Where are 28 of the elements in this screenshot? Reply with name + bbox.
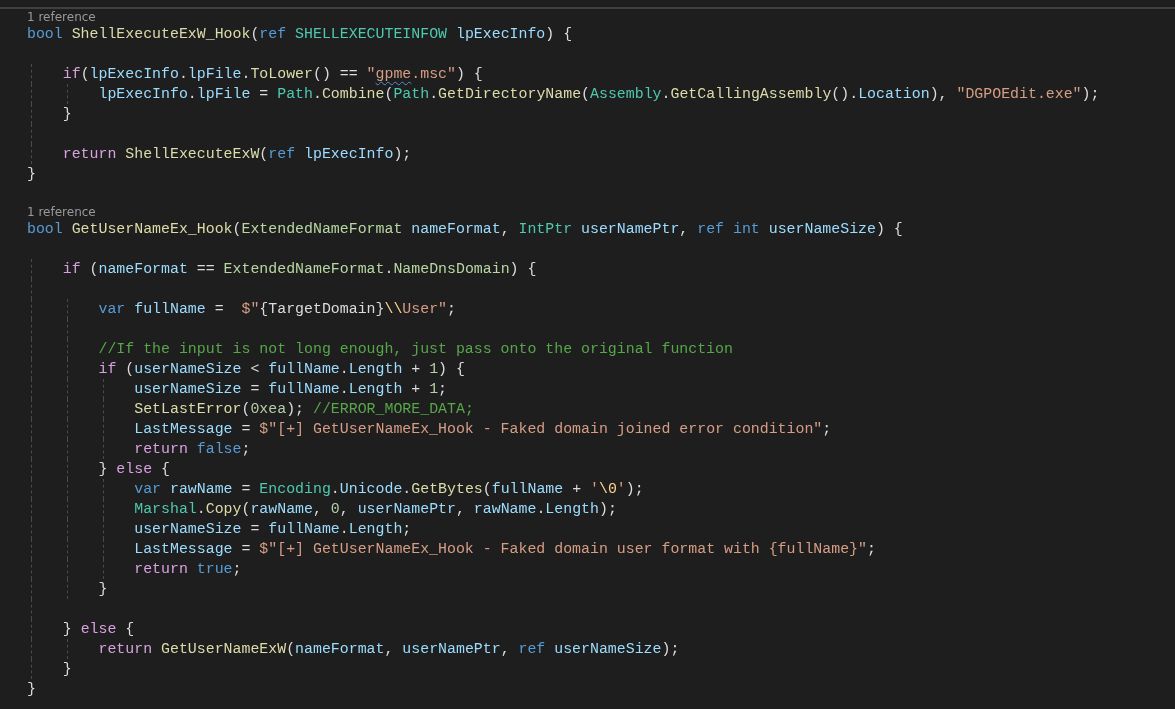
code-line: LastMessage = $"[+] GetUserNameEx_Hook - Faked domain joined error condition"; xyxy=(133,420,832,439)
code-line: LastMessage = $"[+] GetUserNameEx_Hook - Faked domain user format with {fullName}"; xyxy=(133,540,876,559)
references-link[interactable]: 1 reference xyxy=(27,10,96,24)
code-line: var rawName = Encoding.Unicode.GetBytes(fullName + '\0'); xyxy=(133,480,644,499)
code-line: return GetUserNameExW(nameFormat, userNamePtr, ref userNameSize); xyxy=(97,640,680,659)
code-line: Marshal.Copy(rawName, 0, userNamePtr, rawName.Length); xyxy=(133,500,617,519)
code-line: SetLastError(0xea); //ERROR_MORE_DATA; xyxy=(133,400,474,419)
code-line: } xyxy=(97,580,108,599)
code-line: if (userNameSize < fullName.Length + 1) { xyxy=(97,360,465,379)
code-line: bool GetUserNameEx_Hook(ExtendedNameFormat nameFormat, IntPtr userNamePtr, ref int userNameSize) { xyxy=(27,220,903,239)
code-line: return ShellExecuteExW(ref lpExecInfo); xyxy=(61,145,412,164)
code-line: } xyxy=(27,165,36,184)
code-line: bool ShellExecuteExW_Hook(ref SHELLEXECUTEINFOW lpExecInfo) { xyxy=(27,25,573,44)
code-line: //If the input is not long enough, just pass onto the original function xyxy=(97,340,733,359)
code-line: } xyxy=(61,660,72,679)
code-line: } else { xyxy=(97,460,170,479)
code-line: } else { xyxy=(61,620,135,639)
code-line: userNameSize = fullName.Length; xyxy=(133,520,412,539)
code-line: userNameSize = fullName.Length + 1; xyxy=(133,380,448,399)
code-line: if(lpExecInfo.lpFile.ToLower() == "gpme.msc") { xyxy=(61,65,483,84)
code-line: lpExecInfo.lpFile = Path.Combine(Path.GetDirectoryName(Assembly.GetCallingAssembly().Location), "DGPOEdit.exe"); xyxy=(97,85,1100,104)
code-line: if (nameFormat == ExtendedNameFormat.NameDnsDomain) { xyxy=(61,260,537,279)
code-line: } xyxy=(61,105,72,124)
code-line: return false; xyxy=(133,440,251,459)
code-line: var fullName = $"{TargetDomain}\\User"; xyxy=(97,300,456,319)
code-line: return true; xyxy=(133,560,242,579)
references-link[interactable]: 1 reference xyxy=(27,205,96,219)
code-line: } xyxy=(27,680,36,699)
